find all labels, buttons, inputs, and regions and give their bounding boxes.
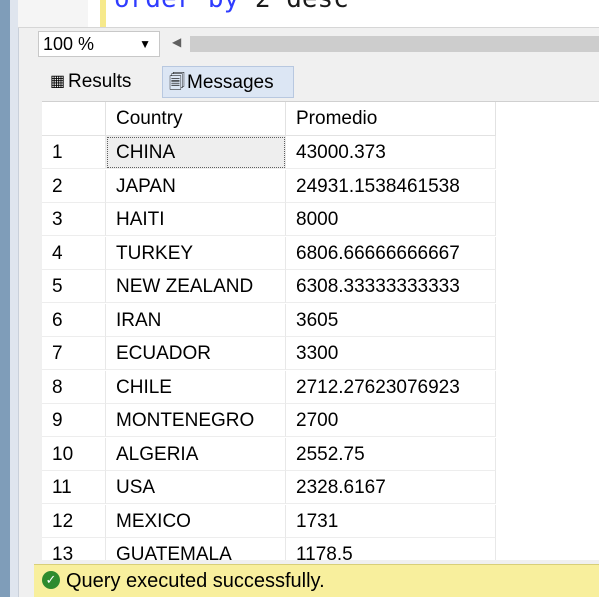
change-marker xyxy=(100,0,106,27)
country-cell[interactable]: ECUADOR xyxy=(106,337,286,370)
table-row[interactable]: 2 JAPAN 24931.1538461538 xyxy=(42,169,599,203)
table-row[interactable]: 8 CHILE 2712.27623076923 xyxy=(42,370,599,404)
results-tabs: ▦ Results 🗐 Messages xyxy=(34,64,599,98)
table-row[interactable]: 12 MEXICO 1731 xyxy=(42,504,599,538)
header-promedio[interactable]: Promedio xyxy=(286,102,496,136)
promedio-cell[interactable]: 2552.75 xyxy=(286,437,496,471)
zoom-bar: 100 % ▼ ◀ xyxy=(34,29,599,59)
grid-icon: ▦ xyxy=(50,73,66,90)
row-number[interactable]: 9 xyxy=(42,404,106,437)
promedio-cell[interactable]: 24931.1538461538 xyxy=(286,169,496,203)
chevron-down-icon[interactable]: ▼ xyxy=(139,32,151,56)
tab-results[interactable]: ▦ Results xyxy=(44,66,164,98)
promedio-cell[interactable]: 3605 xyxy=(286,303,496,337)
country-cell[interactable]: NEW ZEALAND xyxy=(106,270,286,303)
promedio-cell[interactable]: 2700 xyxy=(286,404,496,437)
row-number[interactable]: 8 xyxy=(42,370,106,404)
code-rest: 2 desc xyxy=(239,0,349,14)
country-cell[interactable]: IRAN xyxy=(106,303,286,337)
row-number[interactable]: 13 xyxy=(42,538,106,560)
promedio-cell[interactable]: 6308.33333333333 xyxy=(286,270,496,303)
status-bar: ✓ Query executed successfully. xyxy=(34,564,599,597)
zoom-value: 100 % xyxy=(43,34,95,54)
frame-edge xyxy=(10,0,19,597)
country-cell[interactable]: TURKEY xyxy=(106,236,286,270)
row-number[interactable]: 2 xyxy=(42,169,106,203)
country-cell[interactable]: ALGERIA xyxy=(106,437,286,471)
grid-header: Country Promedio xyxy=(42,102,599,136)
promedio-cell[interactable]: 1178.5 xyxy=(286,538,496,560)
row-number[interactable]: 5 xyxy=(42,270,106,303)
country-cell[interactable]: USA xyxy=(106,471,286,504)
row-number[interactable]: 3 xyxy=(42,203,106,236)
country-cell[interactable]: CHINA xyxy=(106,136,286,169)
results-grid[interactable]: Country Promedio 1 CHINA 43000.373 2 JAPAN 24… xyxy=(42,101,599,560)
country-cell[interactable]: GUATEMALA xyxy=(106,538,286,560)
table-row[interactable]: 5 NEW ZEALAND 6308.33333333333 xyxy=(42,270,599,303)
promedio-cell[interactable]: 2712.27623076923 xyxy=(286,370,496,404)
row-number[interactable]: 7 xyxy=(42,337,106,370)
promedio-cell[interactable]: 1731 xyxy=(286,504,496,538)
messages-icon: 🗐 xyxy=(169,74,185,91)
country-cell[interactable]: HAITI xyxy=(106,203,286,236)
success-check-icon: ✓ xyxy=(42,570,60,589)
scroll-left-icon[interactable]: ◀ xyxy=(172,35,181,49)
table-row[interactable]: 13 GUATEMALA 1178.5 xyxy=(42,538,599,560)
header-country[interactable]: Country xyxy=(106,102,286,136)
country-cell[interactable]: CHILE xyxy=(106,370,286,404)
table-row[interactable]: 1 CHINA 43000.373 xyxy=(42,136,599,169)
promedio-cell[interactable]: 2328.6167 xyxy=(286,471,496,504)
table-row[interactable]: 11 USA 2328.6167 xyxy=(42,471,599,504)
row-number[interactable]: 6 xyxy=(42,303,106,337)
country-cell[interactable]: MEXICO xyxy=(106,504,286,538)
row-number[interactable]: 4 xyxy=(42,236,106,270)
tab-results-label: Results xyxy=(68,71,132,92)
code-keyword: order by xyxy=(114,0,239,14)
table-row[interactable]: 10 ALGERIA 2552.75 xyxy=(42,437,599,471)
table-row[interactable]: 6 IRAN 3605 xyxy=(42,303,599,337)
table-row[interactable]: 3 HAITI 8000 xyxy=(42,203,599,236)
row-number[interactable]: 1 xyxy=(42,136,106,169)
horizontal-scrollbar[interactable] xyxy=(190,36,599,52)
promedio-cell[interactable]: 8000 xyxy=(286,203,496,236)
code-line: order by 2 desc xyxy=(114,0,349,14)
promedio-cell[interactable]: 3300 xyxy=(286,337,496,370)
row-number[interactable]: 10 xyxy=(42,437,106,471)
tab-messages-label: Messages xyxy=(187,72,274,93)
promedio-cell[interactable]: 43000.373 xyxy=(286,136,496,169)
table-row[interactable]: 9 MONTENEGRO 2700 xyxy=(42,404,599,437)
table-row[interactable]: 7 ECUADOR 3300 xyxy=(42,337,599,370)
header-row-number[interactable] xyxy=(42,102,106,136)
table-row[interactable]: 4 TURKEY 6806.66666666667 xyxy=(42,236,599,270)
editor-gutter xyxy=(18,0,88,27)
zoom-select[interactable]: 100 % ▼ xyxy=(38,31,160,57)
country-cell[interactable]: MONTENEGRO xyxy=(106,404,286,437)
status-message: Query executed successfully. xyxy=(66,570,325,592)
row-number[interactable]: 11 xyxy=(42,471,106,504)
query-editor[interactable]: order by 2 desc xyxy=(18,0,599,28)
tab-messages[interactable]: 🗐 Messages xyxy=(162,66,294,98)
row-number[interactable]: 12 xyxy=(42,504,106,538)
country-cell[interactable]: JAPAN xyxy=(106,169,286,203)
promedio-cell[interactable]: 6806.66666666667 xyxy=(286,236,496,270)
